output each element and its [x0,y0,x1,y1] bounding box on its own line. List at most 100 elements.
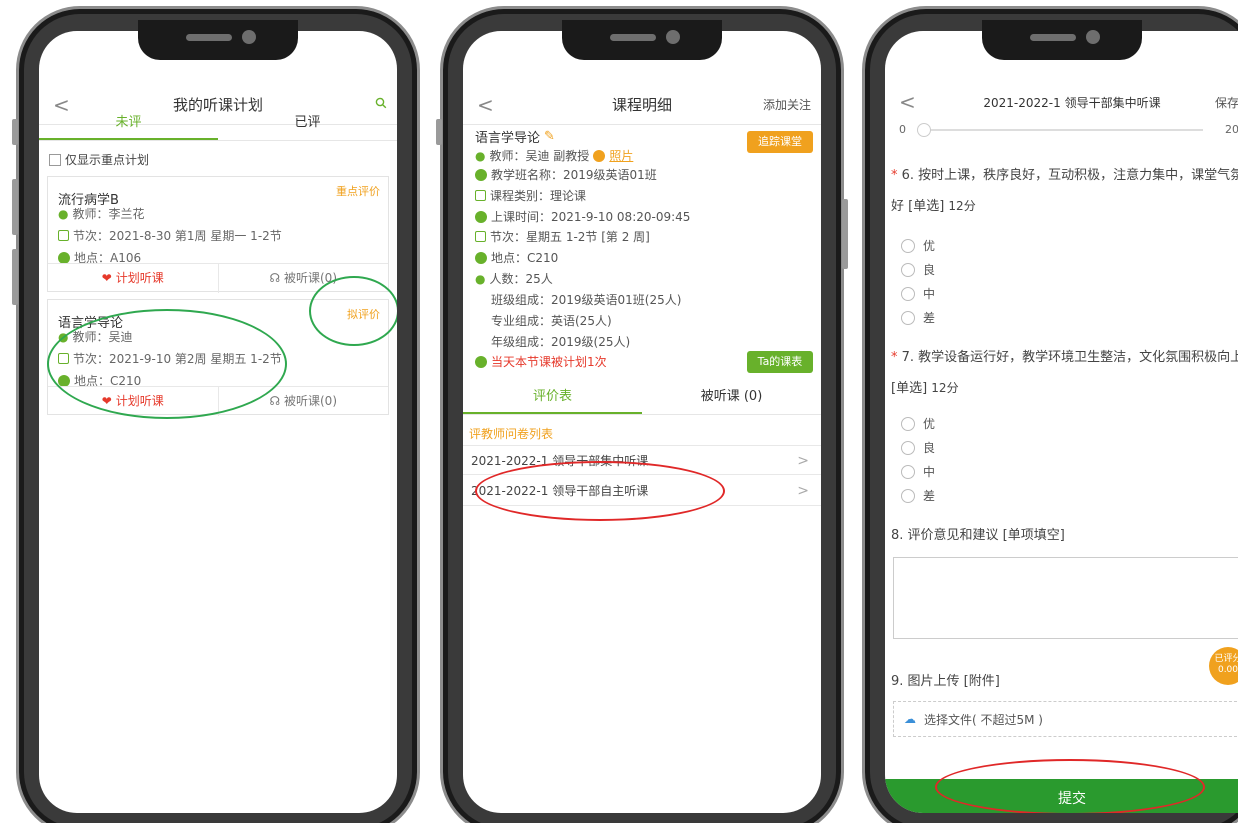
teacher-row: ● 教师：吴迪 [58,328,133,345]
upload-label: 选择文件( 不超过5M ) [924,712,1043,727]
headphone-icon: ☊ [269,271,281,285]
radio-button[interactable] [901,238,915,253]
phone-frame-2: < 课程明细 添加关注 语言学导论 ✎ 追踪课堂 ● 教师：吴迪 副教授 照片 … [436,6,848,823]
option-excellent[interactable]: 优 [901,415,935,432]
key-plan-filter[interactable]: 仅显示重点计划 [49,151,149,168]
pencil-icon: ✎ [544,129,555,144]
score-badge-value: 0.00 [1217,665,1238,675]
save-button[interactable]: 保存 [1215,94,1238,111]
heart-icon: ❤ [101,271,112,285]
plan-listen-button[interactable]: ❤ 计划听课 [48,264,218,293]
count-text: 人数：25人 [489,272,553,286]
screen-listen-plan: < 我的听课计划 未评 已评 仅显示重点计划 流行病学B 重点评价 ● 教师：李… [39,31,397,813]
page-title: 课程明细 [611,96,672,114]
option-label: 良 [923,441,936,455]
people-icon: ● [475,271,486,286]
time-text: 上课时间：2021-9-10 08:20-09:45 [491,210,691,224]
category-row: 课程类别：理论课 [475,187,586,204]
slider-track[interactable] [921,129,1203,131]
question-score: 12分 [931,381,959,395]
plan-listen-label: 计划听课 [115,271,164,285]
screen-evaluation-form: < 2021-2022-1 领导干部集中听课 保存 0 20 * 6. 按时上课… [885,31,1238,813]
info-icon [475,355,487,368]
class-icon [475,168,487,181]
listened-label: 被听课(0) [284,394,337,408]
listened-button[interactable]: ☊ 被听课(0) [217,264,389,293]
session-text: 节次：2021-9-10 第2周 星期五 1-2节 [73,352,282,366]
file-upload[interactable]: ☁ 选择文件( 不超过5M ) [893,701,1238,737]
question-text: 6. 按时上课，秩序良好，互动积极，注意力集中，课堂气氛好 [单选] [891,168,1238,214]
clock-icon [475,210,487,223]
camera-icon [593,149,606,162]
major-comp-row: 专业组成：英语(25人) [491,312,612,329]
phone-notch [982,20,1142,60]
ta-schedule-button[interactable]: Ta的课表 [747,351,813,373]
tab-eval-form[interactable]: 评价表 [463,381,642,414]
radio-button[interactable] [901,416,915,431]
tab-rated[interactable]: 已评 [218,107,397,140]
screen-course-detail: < 课程明细 添加关注 语言学导论 ✎ 追踪课堂 ● 教师：吴迪 副教授 照片 … [463,31,821,813]
count-row: ● 人数：25人 [475,270,553,287]
option-label: 良 [923,263,936,277]
location-pin-icon [58,251,70,264]
questionnaire-item[interactable]: 2021-2022-1 领导干部集中听课 > [463,445,821,475]
option-poor[interactable]: 差 [901,309,935,326]
radio-button[interactable] [901,488,915,503]
listened-label: 被听课(0) [284,271,337,285]
person-icon: ● [475,148,486,163]
option-good[interactable]: 良 [901,261,935,278]
class-comp-row: 班级组成：2019级英语01班(25人) [491,291,681,308]
tab-listened[interactable]: 被听课 (0) [642,381,821,414]
option-poor[interactable]: 差 [901,487,935,504]
tab-unrated[interactable]: 未评 [39,107,218,140]
photo-link[interactable]: 照片 [609,147,633,164]
teacher-text: 教师：吴迪 [72,330,133,344]
planned-note-text: 当天本节课被计划1次 [491,355,607,369]
location-row: 地点：C210 [475,249,558,266]
status-badge: 拟评价 [347,308,380,321]
course-card[interactable]: 流行病学B 重点评价 ● 教师：李兰花 节次：2021-8-30 第1周 星期一… [47,176,389,293]
option-fair[interactable]: 中 [901,463,935,480]
plan-listen-button[interactable]: ❤ 计划听课 [48,387,218,416]
back-button[interactable]: < [477,93,494,117]
radio-button[interactable] [901,310,915,325]
listened-button[interactable]: ☊ 被听课(0) [217,387,389,416]
plan-listen-label: 计划听课 [115,394,164,408]
questionnaire-item[interactable]: 2021-2022-1 领导干部自主听课 > [463,476,821,506]
back-button[interactable]: < [899,90,916,114]
session-row: 节次：2021-8-30 第1周 星期一 1-2节 [58,227,282,244]
track-class-button[interactable]: 追踪课堂 [747,131,813,153]
radio-button[interactable] [901,286,915,301]
phone-notch [138,20,298,60]
session-text: 节次：2021-8-30 第1周 星期一 1-2节 [73,229,282,243]
status-badge: 重点评价 [336,185,380,198]
section-label: 评教师问卷列表 [469,427,554,441]
grade-comp-row: 年级组成：2019级(25人) [491,333,630,350]
checkbox[interactable] [49,153,61,166]
score-slider[interactable]: 0 20 [899,123,1238,139]
radio-button[interactable] [901,262,915,277]
option-excellent[interactable]: 优 [901,237,935,254]
comment-textarea[interactable] [893,557,1238,639]
phone-notch [562,20,722,60]
person-icon: ● [58,206,69,221]
question-9: 9. 图片上传 [附件] [891,674,1000,689]
teacher-row: ● 教师：李兰花 [58,205,145,222]
course-name-row: 语言学导论 ✎ [475,127,555,146]
questionnaire-title: 2021-2022-1 领导干部集中听课 [471,454,649,468]
questionnaire-title: 2021-2022-1 领导干部自主听课 [471,484,649,498]
card-actions: ❤ 计划听课 ☊ 被听课(0) [48,386,388,416]
session-row: 节次：2021-9-10 第2周 星期五 1-2节 [58,350,282,367]
slider-thumb[interactable] [917,123,931,137]
radio-button[interactable] [901,464,915,479]
option-good[interactable]: 良 [901,439,935,456]
tab-bar: 未评 已评 [39,107,397,141]
phone-button [12,249,18,305]
calendar-icon [58,353,69,364]
submit-button[interactable]: 提交 [885,779,1238,813]
calendar-icon [475,231,486,242]
add-follow-button[interactable]: 添加关注 [763,96,811,113]
course-card[interactable]: 语言学导论 拟评价 ● 教师：吴迪 节次：2021-9-10 第2周 星期五 1… [47,299,389,416]
radio-button[interactable] [901,440,915,455]
option-fair[interactable]: 中 [901,285,935,302]
